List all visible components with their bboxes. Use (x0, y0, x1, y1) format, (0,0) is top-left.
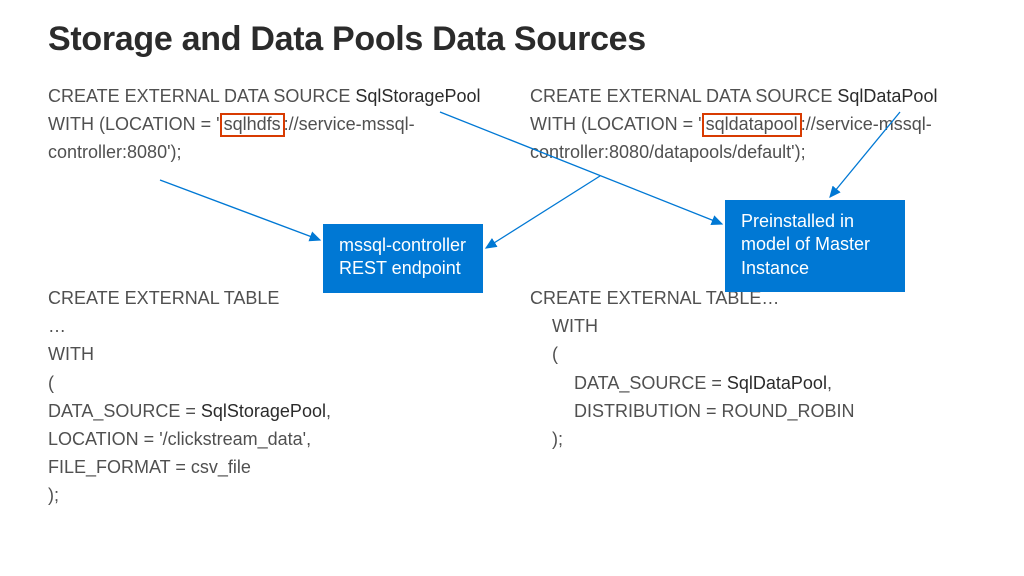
right-t4b: SqlDataPool (727, 373, 827, 393)
left-l3: controller:8080'); (48, 139, 494, 165)
right-l3: controller:8080/datapools/default'); (530, 139, 976, 165)
callout-mssql-controller: mssql-controller REST endpoint (323, 224, 483, 293)
callout-mssql-l1: mssql-controller (339, 234, 467, 257)
callout-pre-l1: Preinstalled in (741, 210, 889, 233)
left-highlight-sqlhdfs: sqlhdfs (220, 113, 285, 137)
right-code-ds: CREATE EXTERNAL DATA SOURCE SqlDataPool … (530, 83, 976, 165)
callout-mssql-l2: REST endpoint (339, 257, 467, 280)
left-t2: … (48, 313, 494, 339)
right-t5: DISTRIBUTION = ROUND_ROBIN (552, 401, 855, 421)
right-l2a: WITH (LOCATION = ' (530, 114, 702, 134)
left-l2b: ://service-mssql- (284, 114, 415, 134)
right-t2: WITH (530, 313, 976, 339)
right-t4a: DATA_SOURCE = (552, 373, 727, 393)
right-l1a: CREATE EXTERNAL DATA SOURCE (530, 86, 837, 106)
left-t3: WITH (48, 341, 494, 367)
left-t7: FILE_FORMAT = csv_file (48, 454, 494, 480)
left-code-ds: CREATE EXTERNAL DATA SOURCE SqlStoragePo… (48, 83, 494, 165)
left-ds-name: SqlStoragePool (355, 86, 480, 106)
left-column: CREATE EXTERNAL DATA SOURCE SqlStoragePo… (48, 83, 494, 510)
page-title: Storage and Data Pools Data Sources (48, 20, 976, 59)
right-t3: ( (530, 341, 976, 367)
left-t5a: DATA_SOURCE = (48, 401, 201, 421)
right-t6: ); (530, 426, 976, 452)
right-column: CREATE EXTERNAL DATA SOURCE SqlDataPool … (530, 83, 976, 510)
columns: CREATE EXTERNAL DATA SOURCE SqlStoragePo… (48, 83, 976, 510)
left-t8: ); (48, 482, 494, 508)
left-t5c: , (326, 401, 331, 421)
left-code-table: CREATE EXTERNAL TABLE … WITH ( DATA_SOUR… (48, 285, 494, 508)
left-t6: LOCATION = '/clickstream_data', (48, 426, 494, 452)
right-t4c: , (827, 373, 832, 393)
callout-pre-l3: Instance (741, 257, 889, 280)
left-t4: ( (48, 370, 494, 396)
callout-preinstalled: Preinstalled in model of Master Instance (725, 200, 905, 292)
right-l2b: ://service-mssql- (801, 114, 932, 134)
left-l1a: CREATE EXTERNAL DATA SOURCE (48, 86, 355, 106)
right-code-table: CREATE EXTERNAL TABLE… WITH ( DATA_SOURC… (530, 285, 976, 452)
right-highlight-sqldatapool: sqldatapool (702, 113, 802, 137)
right-ds-name: SqlDataPool (837, 86, 937, 106)
callout-pre-l2: model of Master (741, 233, 889, 256)
left-l2a: WITH (LOCATION = ' (48, 114, 220, 134)
slide: Storage and Data Pools Data Sources CREA… (0, 0, 1024, 576)
left-t5b: SqlStoragePool (201, 401, 326, 421)
